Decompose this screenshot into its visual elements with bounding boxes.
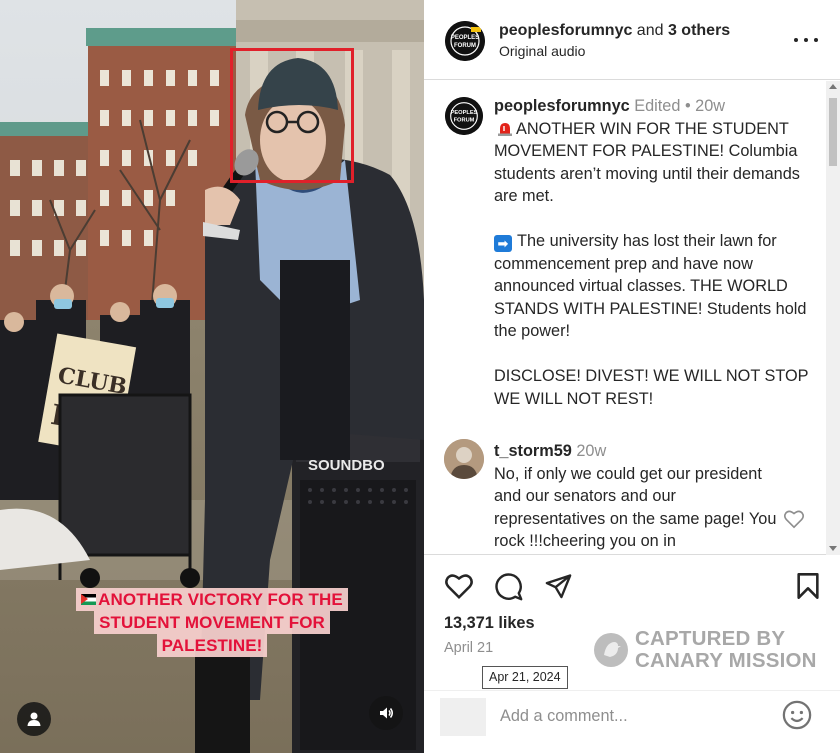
post-header: PEOPLES FORUM peoplesforumnyc and 3 othe… [424,0,840,80]
caption-paragraph-1: ANOTHER WIN FOR THE STUDENT MOVEMENT FOR… [494,119,800,206]
tagged-user-button[interactable] [17,702,51,736]
peoples-forum-logo: PEOPLES FORUM [445,21,485,61]
caption-line-1: ANOTHER VICTORY FOR THE [76,588,348,611]
date-tooltip: Apr 21, 2024 [482,666,568,689]
svg-text:FORUM: FORUM [454,118,475,124]
caption-line-3: PALESTINE! [156,634,268,657]
commenter-avatar[interactable] [444,439,484,479]
comment-bubble-icon[interactable] [494,572,523,601]
post-authors: peoplesforumnyc and 3 others [499,21,730,41]
like-comment-heart-icon[interactable] [783,509,805,529]
svg-text:FORUM: FORUM [454,43,476,49]
more-dot [804,38,808,42]
svg-text:PEOPLES: PEOPLES [451,35,479,41]
commenter-username[interactable]: t_storm59 [494,442,572,460]
add-comment-input[interactable] [500,701,770,731]
caption-author-avatar[interactable]: PEOPLES FORUM [445,97,483,135]
comments-scrollbar[interactable] [826,81,840,555]
comment-item: t_storm59 20w No, if only we could get o… [494,440,784,553]
watermark-line-2: CANARY MISSION [635,648,817,672]
canary-logo-icon [594,633,628,667]
caption-line-2: STUDENT MOVEMENT FOR [94,611,330,634]
comment-text: No, if only we could get our president a… [494,464,777,551]
right-arrow-emoji-icon: ➡ [494,235,512,252]
comment-age[interactable]: 20w [576,442,606,460]
author-avatar[interactable]: PEOPLES FORUM [445,21,485,61]
peoples-forum-logo: PEOPLES FORUM [445,97,483,135]
collab-connector: and [632,22,668,39]
canary-mission-watermark: CAPTURED BY CANARY MISSION [594,628,824,674]
caption-paragraph-3: DISCLOSE! DIVEST! WE WILL NOT STOP WE WI… [494,367,809,408]
audio-link[interactable]: Original audio [499,43,585,59]
more-dot [794,38,798,42]
post-age[interactable]: 20w [695,97,725,115]
svg-text:PEOPLES: PEOPLES [451,110,478,116]
video-caption: ANOTHER VICTORY FOR THE STUDENT MOVEMENT… [0,588,424,657]
edited-label: Edited [634,97,681,115]
more-dot [814,38,818,42]
speaker-icon [380,707,393,719]
author-username[interactable]: peoplesforumnyc [499,22,632,39]
current-user-avatar [440,698,486,736]
emoji-icon[interactable] [782,700,812,730]
caption-paragraph-2: The university has lost their lawn for c… [494,232,807,340]
scroll-up-arrow-icon[interactable] [829,84,837,89]
collab-others-link[interactable]: 3 others [668,22,730,39]
save-bookmark-icon[interactable] [796,572,820,600]
scroll-down-arrow-icon[interactable] [829,546,837,551]
watermark-line-1: CAPTURED BY [635,627,786,650]
highlight-box [230,48,354,183]
like-heart-icon[interactable] [444,572,474,600]
post-actions [424,560,840,612]
sound-toggle-button[interactable] [369,696,403,730]
caption-username[interactable]: peoplesforumnyc [494,97,630,115]
add-comment-bar [424,690,840,753]
siren-emoji-icon [498,120,512,136]
like-count[interactable]: 13,371 likes [444,614,535,633]
meta-separator: • [680,97,696,115]
share-plane-icon[interactable] [544,572,573,600]
comments-scroll-area[interactable]: PEOPLES FORUM peoplesforumnyc Edited • 2… [424,81,840,555]
video-player[interactable]: CLUB FAI SOUNDBO [0,0,424,753]
more-options-button[interactable] [794,30,818,50]
palestine-flag-icon [81,594,97,605]
scrollbar-thumb[interactable] [829,98,837,166]
user-icon [27,712,41,726]
post-date[interactable]: April 21 [444,640,493,656]
post-caption: peoplesforumnyc Edited • 20w ANOTHER WIN… [494,95,814,410]
